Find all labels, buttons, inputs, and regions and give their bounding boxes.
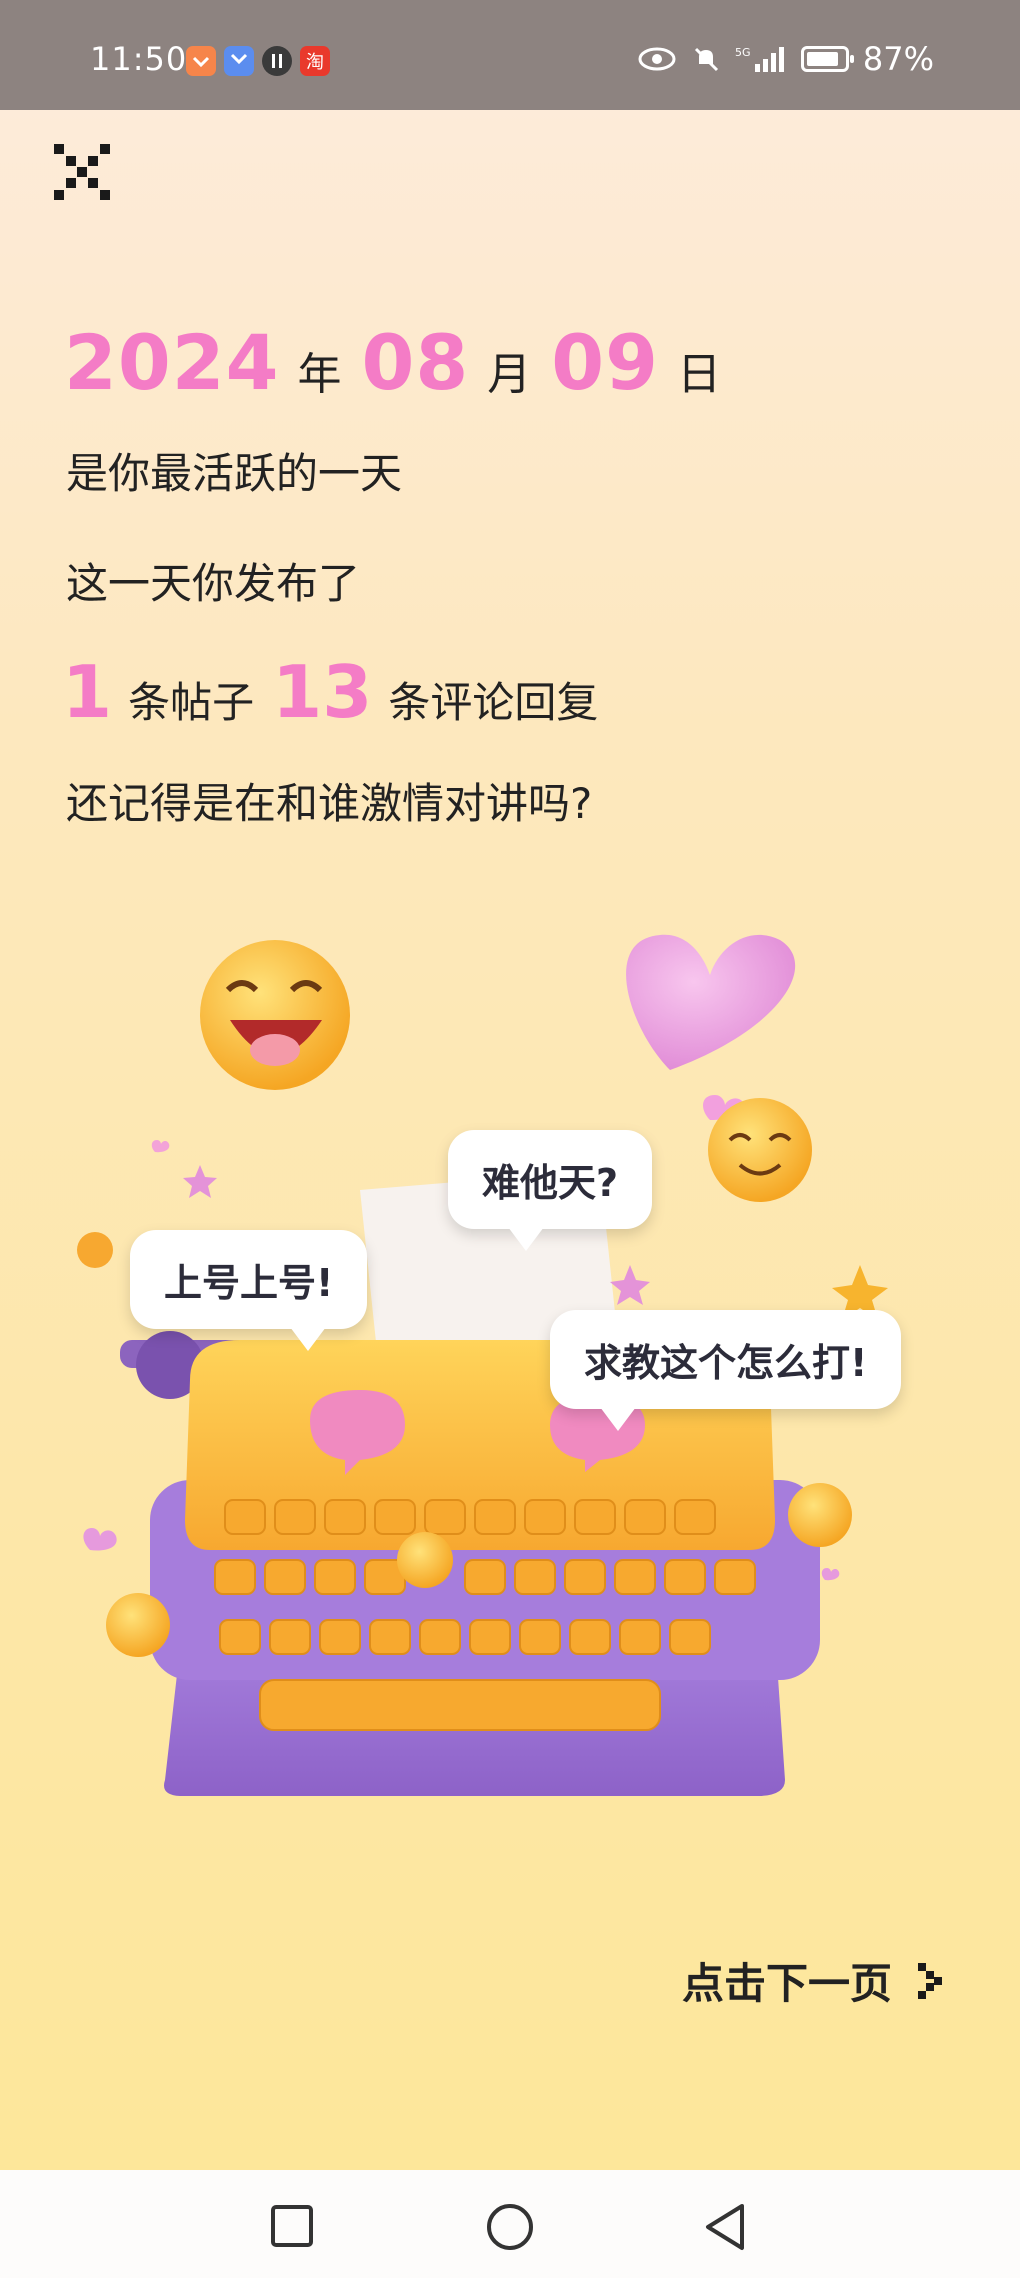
status-right: 5G 87% bbox=[637, 40, 934, 78]
month-value: 08 bbox=[361, 318, 470, 407]
summary-page: 2024 年 08 月 09 日 是你最活跃的一天 这一天你发布了 1 条帖子 … bbox=[0, 110, 1020, 2170]
day-unit: 日 bbox=[677, 349, 722, 400]
svg-text:5G: 5G bbox=[735, 46, 751, 59]
post-unit: 条帖子 bbox=[128, 678, 255, 727]
month-unit: 月 bbox=[487, 349, 532, 400]
mute-icon bbox=[694, 47, 718, 72]
battery-icon bbox=[800, 46, 854, 72]
pixel-arrow-right-icon bbox=[918, 1962, 942, 1999]
next-page-button[interactable]: 点击下一页 bbox=[682, 1950, 944, 2011]
pause-app-icon bbox=[262, 46, 292, 76]
post-count: 1 bbox=[62, 650, 113, 734]
published-text: 这一天你发布了 bbox=[66, 559, 361, 608]
comment-count: 13 bbox=[272, 650, 373, 734]
next-page-label: 点击下一页 bbox=[681, 1959, 892, 2008]
navigation-bar bbox=[0, 2170, 1020, 2278]
year-value: 2024 bbox=[64, 318, 280, 407]
day-value: 09 bbox=[551, 318, 660, 407]
status-bar: 11:50 淘 5G 87% bbox=[0, 0, 1020, 110]
svg-text:淘: 淘 bbox=[306, 52, 324, 73]
speech-bubble-1: 上号上号! bbox=[130, 1230, 368, 1351]
speech-bubble-3: 求教这个怎么打! bbox=[550, 1310, 902, 1431]
speech-bubble-2: 难他天? bbox=[448, 1130, 653, 1251]
remember-question: 还记得是在和谁激情对讲吗? bbox=[66, 779, 593, 828]
battery-percent: 87% bbox=[862, 40, 934, 78]
comment-unit: 条评论回复 bbox=[388, 678, 599, 727]
year-unit: 年 bbox=[297, 349, 342, 400]
typewriter-illustration: 上号上号! 难他天? 求教这个怎么打! bbox=[60, 920, 960, 1820]
status-time: 11:50 bbox=[90, 40, 188, 78]
active-date: 2024 年 08 月 09 日 bbox=[64, 318, 741, 407]
back-icon[interactable] bbox=[702, 2202, 748, 2252]
eye-icon bbox=[638, 47, 676, 71]
app-icon-orange bbox=[186, 46, 216, 76]
close-icon[interactable] bbox=[52, 142, 112, 202]
home-icon[interactable] bbox=[485, 2202, 535, 2252]
signal-icon: 5G bbox=[735, 46, 784, 72]
taobao-icon: 淘 bbox=[300, 46, 330, 76]
recent-apps-icon[interactable] bbox=[270, 2204, 314, 2248]
activity-counts: 1 条帖子 13 条评论回复 bbox=[62, 650, 616, 734]
app-icon-blue bbox=[224, 46, 254, 76]
most-active-text: 是你最活跃的一天 bbox=[66, 449, 403, 498]
